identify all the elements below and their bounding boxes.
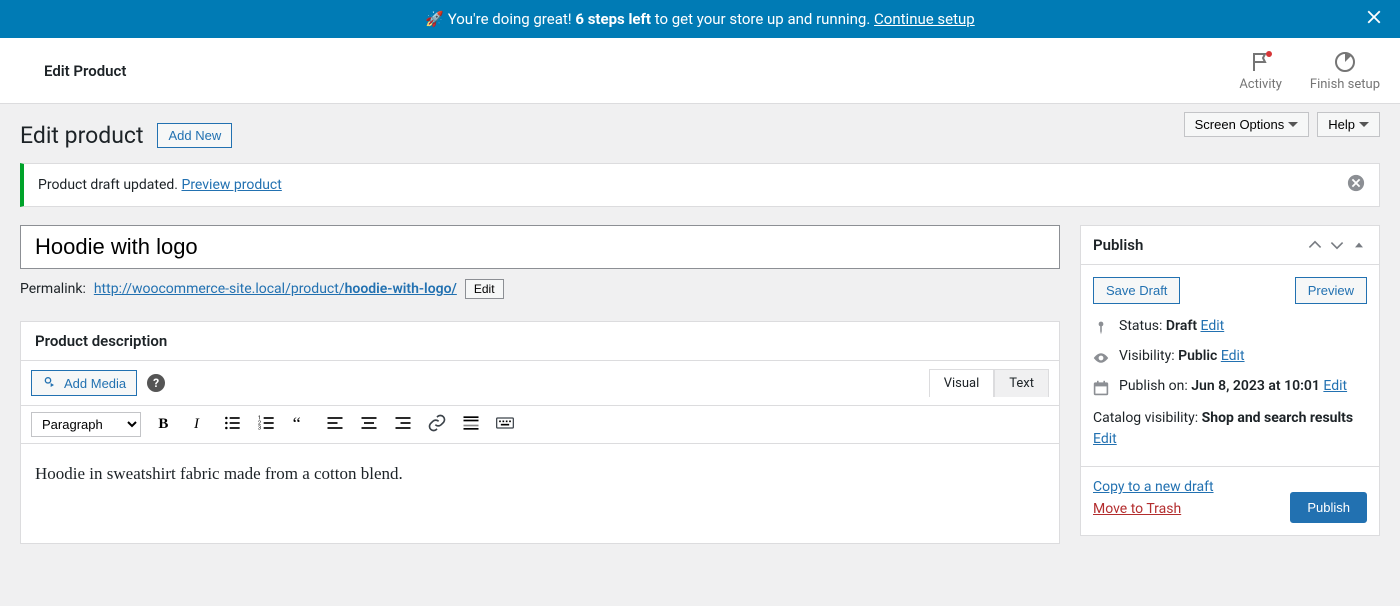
banner-text-1: You're doing great!	[448, 10, 576, 28]
description-heading: Product description	[21, 322, 1059, 361]
help-button[interactable]: Help	[1317, 112, 1380, 137]
publish-box: Publish Save Draft Preview Status: Draft…	[1080, 225, 1380, 536]
numbered-list-icon: 123	[257, 413, 277, 433]
permalink-label: Permalink:	[20, 281, 86, 297]
catalog-value: Shop and search results	[1202, 410, 1354, 426]
setup-banner: 🚀 You're doing great! 6 steps left to ge…	[0, 0, 1400, 38]
align-left-icon	[325, 413, 345, 433]
publish-on-value: Jun 8, 2023 at 10:01	[1191, 378, 1320, 394]
notice-text: Product draft updated.	[38, 177, 181, 193]
banner-text-2: to get your store up and running.	[651, 10, 874, 28]
svg-text:B: B	[158, 416, 168, 432]
help-icon[interactable]: ?	[147, 374, 165, 392]
chevron-up-icon[interactable]	[1307, 237, 1323, 253]
svg-text:I: I	[193, 416, 200, 432]
update-notice: Product draft updated. Preview product	[20, 163, 1380, 207]
italic-button[interactable]: I	[189, 413, 209, 437]
move-to-trash-link[interactable]: Move to Trash	[1093, 501, 1290, 517]
flag-icon	[1249, 50, 1273, 74]
finish-setup-button[interactable]: Finish setup	[1310, 50, 1380, 92]
catalog-label: Catalog visibility:	[1093, 410, 1202, 426]
text-tab[interactable]: Text	[994, 369, 1049, 397]
status-label: Status:	[1119, 318, 1166, 334]
numbered-list-button[interactable]: 123	[257, 413, 277, 437]
screen-options-label: Screen Options	[1195, 117, 1285, 132]
dismiss-notice-button[interactable]	[1347, 174, 1365, 196]
align-center-button[interactable]	[359, 413, 379, 437]
edit-permalink-button[interactable]: Edit	[465, 279, 504, 299]
preview-product-link[interactable]: Preview product	[181, 177, 281, 193]
publish-on-label: Publish on:	[1119, 378, 1191, 394]
align-center-icon	[359, 413, 379, 433]
editor-formatting-toolbar: Paragraph B I 123 “	[21, 405, 1059, 443]
eye-icon	[1093, 350, 1109, 366]
svg-text:3: 3	[258, 425, 261, 431]
readmore-icon	[461, 413, 481, 433]
svg-text:“: “	[293, 413, 301, 432]
chevron-down-icon[interactable]	[1329, 237, 1345, 253]
bullet-list-icon	[223, 413, 243, 433]
screen-options-button[interactable]: Screen Options	[1184, 112, 1310, 137]
activity-button[interactable]: Activity	[1239, 50, 1282, 92]
bullet-list-button[interactable]	[223, 413, 243, 437]
chevron-down-icon	[1288, 120, 1298, 130]
preview-button[interactable]: Preview	[1295, 277, 1367, 304]
pin-icon	[1093, 320, 1109, 336]
italic-icon: I	[189, 413, 209, 433]
link-icon	[427, 413, 447, 433]
finish-setup-label: Finish setup	[1310, 77, 1380, 92]
chevron-down-icon	[1359, 120, 1369, 130]
permalink-url[interactable]: http://woocommerce-site.local/product/ho…	[94, 281, 457, 297]
close-icon	[1363, 6, 1385, 28]
status-value: Draft	[1166, 318, 1197, 334]
media-icon	[42, 375, 58, 391]
help-label: Help	[1328, 117, 1355, 132]
editor-content[interactable]: Hoodie in sweatshirt fabric made from a …	[21, 443, 1059, 543]
align-right-icon	[393, 413, 413, 433]
toolbar-toggle-button[interactable]	[495, 413, 515, 437]
admin-header: Edit Product Activity Finish setup	[0, 38, 1400, 104]
page-heading: Edit product	[20, 122, 143, 149]
product-title-input[interactable]	[20, 225, 1060, 269]
align-left-button[interactable]	[325, 413, 345, 437]
keyboard-icon	[495, 413, 515, 433]
quote-icon: “	[291, 413, 311, 433]
dismiss-icon	[1347, 174, 1365, 192]
copy-to-draft-link[interactable]: Copy to a new draft	[1093, 479, 1290, 495]
rocket-icon: 🚀	[425, 10, 444, 28]
bold-icon: B	[155, 413, 175, 433]
save-draft-button[interactable]: Save Draft	[1093, 277, 1180, 304]
close-banner-button[interactable]	[1363, 6, 1385, 32]
add-media-button[interactable]: Add Media	[31, 370, 137, 396]
permalink-base: http://woocommerce-site.local/product/	[94, 281, 345, 297]
banner-bold: 6 steps left	[575, 10, 651, 28]
bold-button[interactable]: B	[155, 413, 175, 437]
readmore-button[interactable]	[461, 413, 481, 437]
continue-setup-link[interactable]: Continue setup	[874, 10, 975, 28]
activity-label: Activity	[1239, 77, 1282, 92]
blockquote-button[interactable]: “	[291, 413, 311, 437]
visibility-label: Visibility:	[1119, 348, 1178, 364]
header-title: Edit Product	[44, 62, 1239, 80]
edit-date-link[interactable]: Edit	[1323, 378, 1347, 394]
publish-button[interactable]: Publish	[1290, 492, 1367, 523]
permalink-slug: hoodie-with-logo/	[345, 281, 457, 297]
paragraph-select[interactable]: Paragraph	[31, 412, 141, 437]
align-right-button[interactable]	[393, 413, 413, 437]
visual-tab[interactable]: Visual	[929, 369, 995, 397]
publish-box-title: Publish	[1093, 236, 1301, 254]
edit-catalog-link[interactable]: Edit	[1093, 431, 1117, 447]
edit-status-link[interactable]: Edit	[1201, 318, 1225, 334]
pie-icon	[1333, 50, 1357, 74]
collapse-icon[interactable]	[1351, 237, 1367, 253]
edit-visibility-link[interactable]: Edit	[1221, 348, 1245, 364]
calendar-icon	[1093, 380, 1109, 396]
visibility-value: Public	[1178, 348, 1217, 364]
add-media-label: Add Media	[64, 376, 126, 391]
link-button[interactable]	[427, 413, 447, 437]
add-new-button[interactable]: Add New	[157, 123, 232, 148]
